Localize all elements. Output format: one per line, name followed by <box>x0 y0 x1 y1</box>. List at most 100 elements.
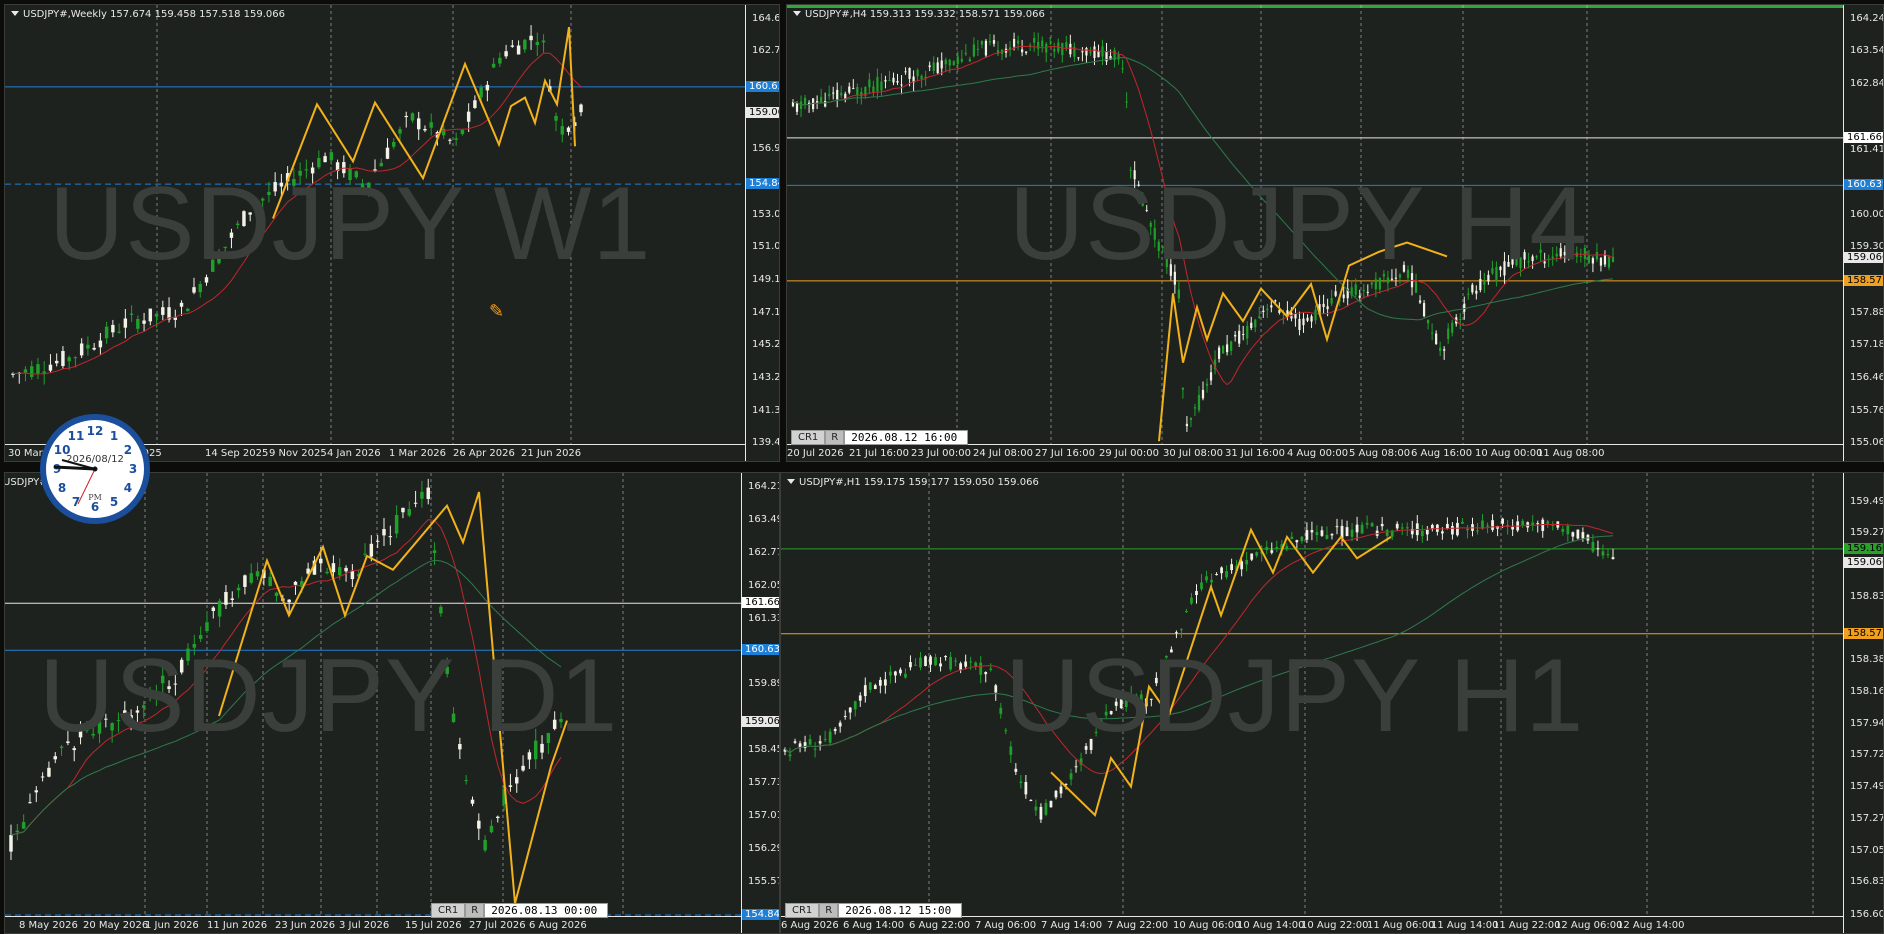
price-tag-154846: 154.846 <box>746 178 779 190</box>
chart-panel-h1[interactable]: USDJPY H1 USDJPY#,H1 159.175 159.177 159… <box>780 472 1884 934</box>
candle-body <box>398 129 402 134</box>
candle-body <box>473 100 477 108</box>
time-tick-label: 15 Jul 2026 <box>405 920 462 931</box>
candle-body <box>1019 781 1023 784</box>
candle-body <box>477 820 481 829</box>
candle-body <box>868 79 871 88</box>
cr-button[interactable]: CR1 <box>431 903 466 918</box>
analog-clock-widget[interactable]: 12 12345678910112026/08/12PM <box>38 412 152 526</box>
candle-body <box>872 86 875 93</box>
candle-body <box>1471 284 1474 293</box>
candle-body <box>154 313 159 317</box>
price-tick-label: 155.760 <box>1850 404 1883 416</box>
candle-body <box>894 671 897 676</box>
time-tick-label: 11 Jun 2026 <box>207 920 268 931</box>
r-button[interactable]: R <box>465 903 485 918</box>
time-tick-label: 10 Aug 14:00 <box>1237 920 1305 931</box>
candle-body <box>104 326 109 339</box>
candle-body <box>1226 344 1229 353</box>
cr-button[interactable]: CR1 <box>785 903 820 918</box>
time-tick-label: 5 Aug 08:00 <box>1349 448 1411 459</box>
candle-body <box>824 101 827 107</box>
candle-body <box>1274 300 1277 302</box>
price-scale-weekly[interactable]: 164.680 162.755 160.639 159.066 156.925 154.8… <box>745 5 780 461</box>
candle-body <box>964 661 968 667</box>
time-scale-h1[interactable]: 6 Aug 2026 6 Aug 14:00 6 Aug 22:00 7 Aug 06… <box>781 916 1843 933</box>
chart-panel-weekly[interactable]: USDJPY W1 USDJPY#,Weekly 157.674 159.458… <box>4 4 780 462</box>
clock-numeral: 1 <box>110 429 118 443</box>
price-tick-label: 145.265 <box>752 339 780 351</box>
candle-body <box>1185 423 1189 427</box>
candle-body <box>920 75 923 80</box>
collapse-triangle-icon[interactable] <box>11 11 19 16</box>
candle-body <box>1270 550 1274 553</box>
candle-body <box>98 340 103 348</box>
candle-body <box>331 563 336 573</box>
candle-body <box>36 364 40 374</box>
candle-body <box>426 487 430 499</box>
candle-body <box>916 69 919 77</box>
price-tick-label: 159.275 <box>1850 527 1883 539</box>
candle-body <box>1451 526 1454 535</box>
candle-body <box>249 573 253 583</box>
candle-body <box>1447 328 1450 339</box>
collapse-triangle-icon[interactable] <box>793 11 801 16</box>
candle-body <box>1258 316 1261 318</box>
candle-body <box>385 147 390 159</box>
candle-body <box>1255 552 1259 556</box>
candle-body <box>1266 308 1269 311</box>
time-tick-label: 11 Aug 14:00 <box>1431 920 1499 931</box>
r-button[interactable]: R <box>825 430 845 445</box>
price-tag-160639: 160.639 <box>742 644 779 656</box>
price-tick-label: 157.720 <box>1850 749 1883 761</box>
candle-body <box>1463 303 1466 312</box>
candle-body <box>566 127 571 132</box>
price-tick-label: 159.890 <box>748 678 779 690</box>
r-button[interactable]: R <box>819 903 839 918</box>
candle-body <box>344 567 348 572</box>
time-tick-label: 1 Jun 2026 <box>145 920 199 931</box>
time-scale-daily[interactable]: 8 May 2026 20 May 2026 1 Jun 2026 11 Jun 20… <box>5 916 741 933</box>
candle-body <box>123 318 128 328</box>
time-tick-label: 12 Aug 06:00 <box>1555 920 1623 931</box>
candle-body <box>1262 310 1265 313</box>
candle-body <box>1607 256 1611 268</box>
candle-body <box>407 509 412 516</box>
candle-body <box>504 51 508 57</box>
price-scale-h4[interactable]: 164.240 163.540 162.840 161.666161.410 160.6… <box>1843 5 1883 461</box>
candle-body <box>1225 571 1228 578</box>
candle-body <box>1422 303 1426 317</box>
clock-numeral: 4 <box>124 481 132 495</box>
cr-button[interactable]: CR1 <box>791 430 826 445</box>
candle-body <box>1536 523 1540 525</box>
candle-body <box>1325 534 1329 539</box>
chart-panel-h4[interactable]: USDJPY H4 USDJPY#,H4 159.313 159.332 158… <box>786 4 1884 462</box>
candle-body <box>485 84 490 91</box>
candle-body <box>956 56 959 65</box>
price-tick-label: 159.300 <box>1850 241 1883 253</box>
time-tick-label: 7 Aug 22:00 <box>1107 920 1169 931</box>
time-tick-label: 27 Jul 2026 <box>469 920 526 931</box>
candle-body <box>1238 330 1241 344</box>
price-tick-label: 155.060 <box>1850 437 1883 448</box>
candle-body <box>994 685 998 693</box>
candle-body <box>53 756 57 760</box>
time-tick-label: 21 Jul 16:00 <box>849 448 909 459</box>
time-tick-label: 1 Mar 2026 <box>389 448 447 459</box>
time-scale-h4[interactable]: 20 Jul 2026 21 Jul 16:00 23 Jul 00:00 24 Ju… <box>787 444 1843 461</box>
price-scale-daily[interactable]: 164.210 163.490 162.770 162.050 161.666 161.3… <box>741 473 779 933</box>
price-scale-h1[interactable]: 159.495 159.275 159.066 158.830 158.571 158.3… <box>1843 473 1883 933</box>
candle-body <box>255 571 260 577</box>
candle-body <box>1240 561 1244 570</box>
chart-panel-daily[interactable]: USDJPY D1 USDJPY#,Daily 159.066 164.2101… <box>4 472 780 934</box>
candle-body <box>1461 521 1464 524</box>
collapse-triangle-icon[interactable] <box>787 479 795 484</box>
time-tick-label: 20 Jul 2026 <box>787 448 844 459</box>
candle-body <box>840 92 843 96</box>
candle-body <box>788 754 792 757</box>
candle-body <box>1217 347 1221 359</box>
candle-body <box>860 91 863 97</box>
candle-body <box>40 776 45 778</box>
candle-body <box>1029 799 1033 802</box>
candle-body <box>1459 319 1462 321</box>
